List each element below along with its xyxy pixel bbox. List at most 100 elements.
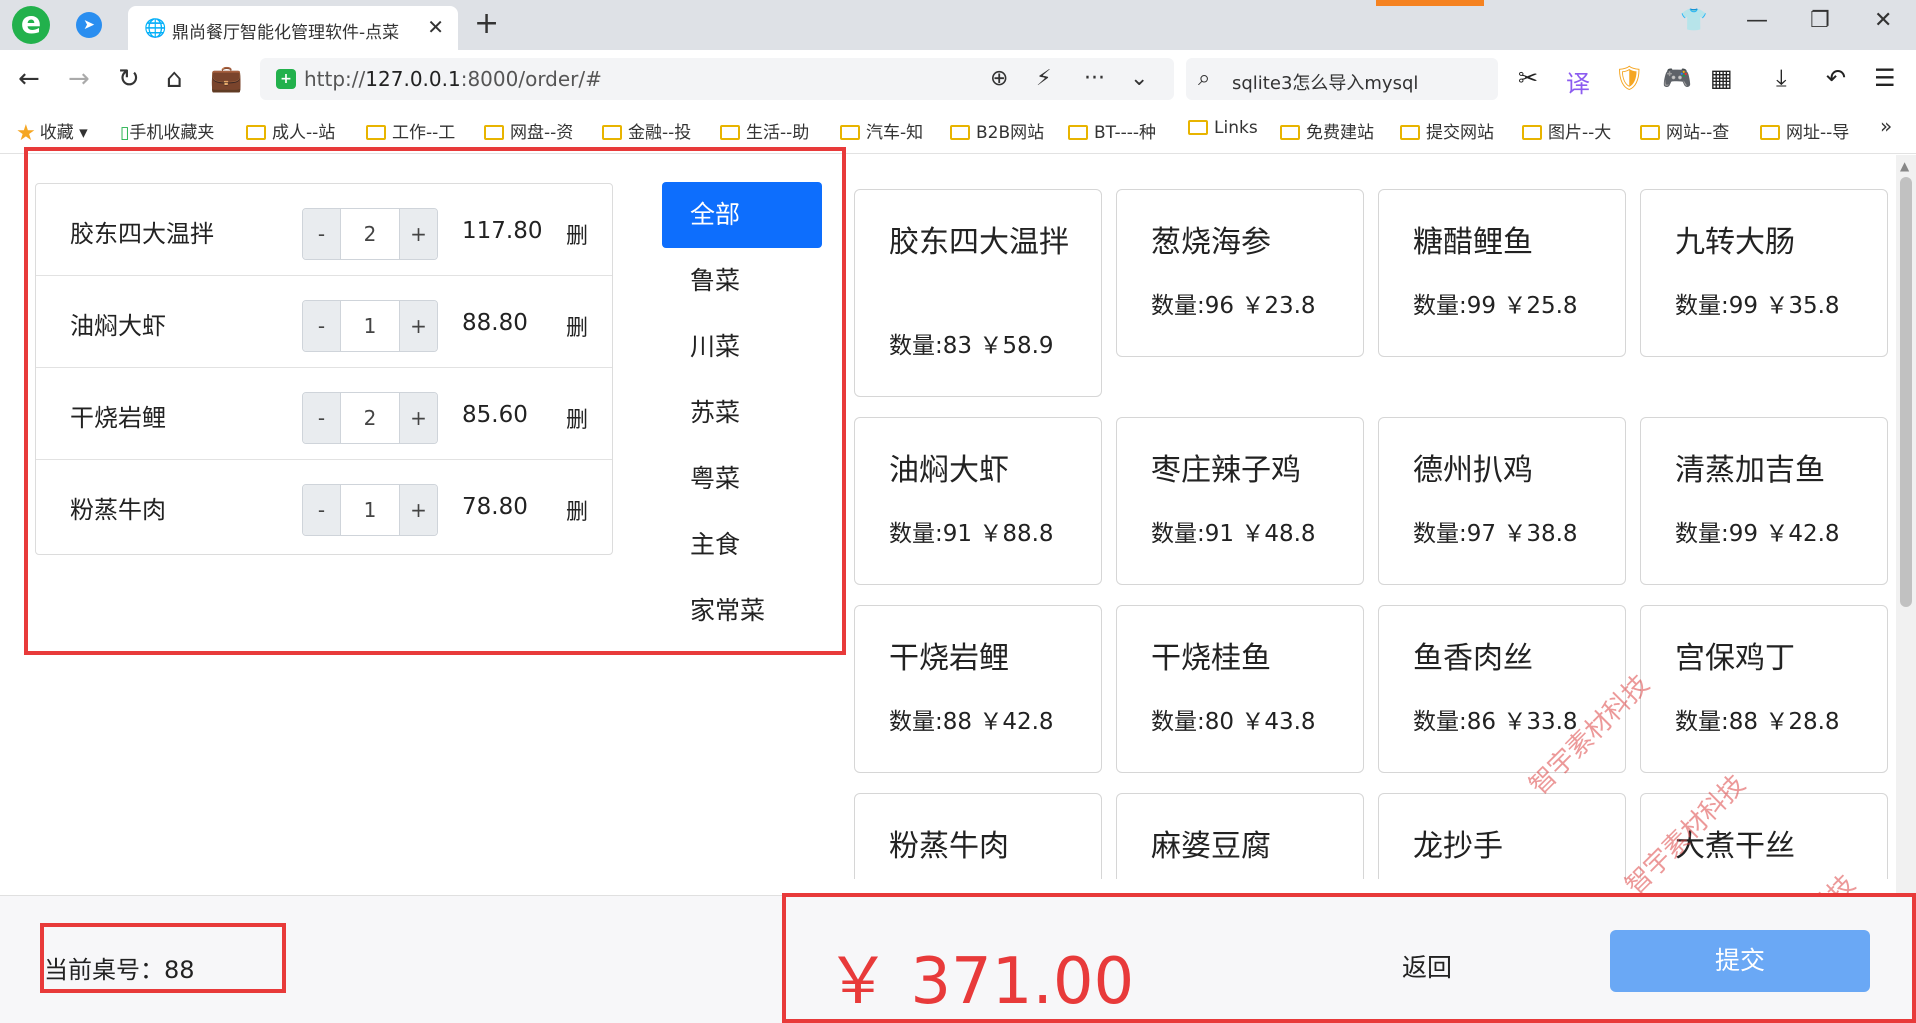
briefcase-icon[interactable]: 💼 — [210, 64, 242, 94]
bookmark-mobile[interactable]: ▯手机收藏夹 — [120, 118, 214, 143]
category-yue[interactable]: 粤菜 — [662, 446, 822, 512]
bookmark-folder[interactable]: 金融--投 — [602, 118, 691, 143]
new-tab-icon[interactable]: + — [474, 6, 499, 41]
dish-card[interactable]: 糖醋鲤鱼 数量:99 ￥25.8 — [1378, 189, 1626, 357]
bookmark-folder[interactable]: 生活--助 — [720, 118, 809, 143]
skin-icon[interactable]: 👕 — [1680, 8, 1707, 33]
order-item-price: 88.80 — [462, 310, 528, 336]
increase-button[interactable]: + — [399, 301, 437, 351]
dish-card[interactable]: 油焖大虾 数量:91 ￥88.8 — [854, 417, 1102, 585]
forward-arrow-icon[interactable]: → — [68, 64, 90, 94]
more-icon[interactable]: ··· — [1084, 66, 1105, 91]
download-icon[interactable]: ⤓ — [1776, 64, 1787, 92]
search-icon: ⌕ — [1198, 66, 1211, 91]
dish-card[interactable]: 九转大肠 数量:99 ￥35.8 — [1640, 189, 1888, 357]
order-total: ￥ 371.00 — [826, 945, 1135, 1019]
back-arrow-icon[interactable]: ← — [18, 64, 40, 94]
quantity-input[interactable]: 2 — [341, 209, 399, 259]
dish-name: 胶东四大温拌 — [889, 225, 1069, 260]
decrease-button[interactable]: - — [303, 485, 341, 535]
game-icon[interactable]: 🎮 — [1662, 64, 1692, 92]
zoom-icon[interactable]: ⊕ — [990, 66, 1008, 91]
more-bookmarks-icon[interactable]: » — [1880, 114, 1892, 138]
dish-card[interactable]: 麻婆豆腐 — [1116, 793, 1364, 879]
menu-icon[interactable]: ☰ — [1874, 64, 1896, 92]
address-bar[interactable]: + http://127.0.0.1:8000/order/# ⊕ ⚡ ··· … — [260, 58, 1174, 100]
category-staple[interactable]: 主食 — [662, 512, 822, 578]
bookmark-folder[interactable]: B2B网站 — [950, 118, 1044, 143]
send-icon[interactable]: ➤ — [76, 12, 102, 38]
folder-icon — [1188, 120, 1208, 135]
submit-button[interactable]: 提交 — [1610, 930, 1870, 992]
bookmark-folder[interactable]: Links — [1188, 118, 1258, 138]
delete-button[interactable]: 删 — [566, 310, 588, 342]
decrease-button[interactable]: - — [303, 393, 341, 443]
close-tab-icon[interactable]: ✕ — [427, 15, 444, 39]
bookmark-folder[interactable]: 网盘--资 — [484, 118, 573, 143]
category-all[interactable]: 全部 — [662, 182, 822, 248]
search-text: sqlite3怎么导入mysql — [1232, 73, 1419, 94]
bookmark-folder[interactable]: 成人--站 — [246, 118, 335, 143]
search-input[interactable]: ⌕ sqlite3怎么导入mysql — [1186, 58, 1498, 100]
lightning-icon[interactable]: ⚡ — [1036, 66, 1051, 91]
decrease-button[interactable]: - — [303, 209, 341, 259]
dish-card[interactable]: 清蒸加吉鱼 数量:99 ￥42.8 — [1640, 417, 1888, 585]
undo-icon[interactable]: ↶ — [1826, 64, 1846, 92]
bookmark-folder[interactable]: BT----种 — [1068, 118, 1156, 143]
category-lu[interactable]: 鲁菜 — [662, 248, 822, 314]
dish-card[interactable]: 宫保鸡丁 数量:88 ￥28.8 — [1640, 605, 1888, 773]
browser-logo-icon[interactable]: e — [12, 6, 50, 44]
bookmark-folder[interactable]: 提交网站 — [1400, 118, 1494, 143]
dish-card[interactable]: 德州扒鸡 数量:97 ￥38.8 — [1378, 417, 1626, 585]
bookmark-folder[interactable]: 网站--查 — [1640, 118, 1729, 143]
dish-info: 数量:97 ￥38.8 — [1413, 521, 1578, 547]
back-button[interactable]: 返回 — [1402, 948, 1452, 984]
increase-button[interactable]: + — [399, 209, 437, 259]
delete-button[interactable]: 删 — [566, 494, 588, 526]
quantity-input[interactable]: 1 — [341, 485, 399, 535]
bookmark-favorites[interactable]: ★ 收藏 ▾ — [16, 118, 88, 146]
dish-card[interactable]: 干烧桂鱼 数量:80 ￥43.8 — [1116, 605, 1364, 773]
scissors-icon[interactable]: ✂ — [1518, 64, 1538, 92]
translate-icon[interactable]: 译 — [1566, 64, 1590, 99]
scrollbar-thumb[interactable] — [1900, 177, 1912, 607]
category-su[interactable]: 苏菜 — [662, 380, 822, 446]
quantity-input[interactable]: 2 — [341, 393, 399, 443]
increase-button[interactable]: + — [399, 393, 437, 443]
dish-card[interactable]: 胶东四大温拌 数量:83 ￥58.9 — [854, 189, 1102, 397]
browser-tab[interactable]: 🌐 鼎尚餐厅智能化管理软件-点菜 ✕ — [128, 6, 458, 50]
page-scrollbar[interactable]: ▲ — [1896, 155, 1916, 895]
delete-button[interactable]: 删 — [566, 218, 588, 250]
close-window-icon[interactable]: ✕ — [1874, 8, 1892, 33]
dish-card[interactable]: 枣庄辣子鸡 数量:91 ￥48.8 — [1116, 417, 1364, 585]
decrease-button[interactable]: - — [303, 301, 341, 351]
dish-card[interactable]: 干烧岩鲤 数量:88 ￥42.8 — [854, 605, 1102, 773]
dish-name: 干烧桂鱼 — [1151, 641, 1271, 676]
restore-icon[interactable]: ❐ — [1810, 8, 1830, 33]
shield-icon[interactable]: 🛡 — [1614, 64, 1644, 92]
delete-button[interactable]: 删 — [566, 402, 588, 434]
category-home[interactable]: 家常菜 — [662, 578, 822, 644]
home-icon[interactable]: ⌂ — [166, 64, 183, 94]
category-list: 全部 鲁菜 川菜 苏菜 粤菜 主食 家常菜 — [662, 182, 822, 644]
minimize-icon[interactable]: — — [1746, 8, 1768, 33]
dish-info: 数量:83 ￥58.9 — [889, 333, 1054, 359]
bookmark-folder[interactable]: 工作--工 — [366, 118, 455, 143]
scroll-up-icon[interactable]: ▲ — [1900, 159, 1909, 173]
dish-card[interactable]: 葱烧海参 数量:96 ￥23.8 — [1116, 189, 1364, 357]
apps-grid-icon[interactable]: ▦ — [1710, 64, 1733, 92]
bookmark-folder[interactable]: 网址--导 — [1760, 118, 1849, 143]
dish-card[interactable]: 粉蒸牛肉 — [854, 793, 1102, 879]
reload-icon[interactable]: ↻ — [118, 64, 140, 94]
bookmark-folder[interactable]: 图片--大 — [1522, 118, 1611, 143]
bookmark-folder[interactable]: 免费建站 — [1280, 118, 1374, 143]
increase-button[interactable]: + — [399, 485, 437, 535]
category-chuan[interactable]: 川菜 — [662, 314, 822, 380]
order-list: 胶东四大温拌 - 2 + 117.80 删 油焖大虾 - 1 + 88.80 删… — [35, 183, 613, 555]
chevron-down-icon[interactable]: ⌄ — [1130, 66, 1148, 91]
quantity-input[interactable]: 1 — [341, 301, 399, 351]
order-footer: 当前桌号：88 ￥ 371.00 返回 提交 — [0, 895, 1916, 1023]
dish-info: 数量:88 ￥28.8 — [1675, 709, 1840, 735]
dish-card[interactable]: 龙抄手 — [1378, 793, 1626, 879]
bookmark-folder[interactable]: 汽车-知 — [840, 118, 923, 143]
